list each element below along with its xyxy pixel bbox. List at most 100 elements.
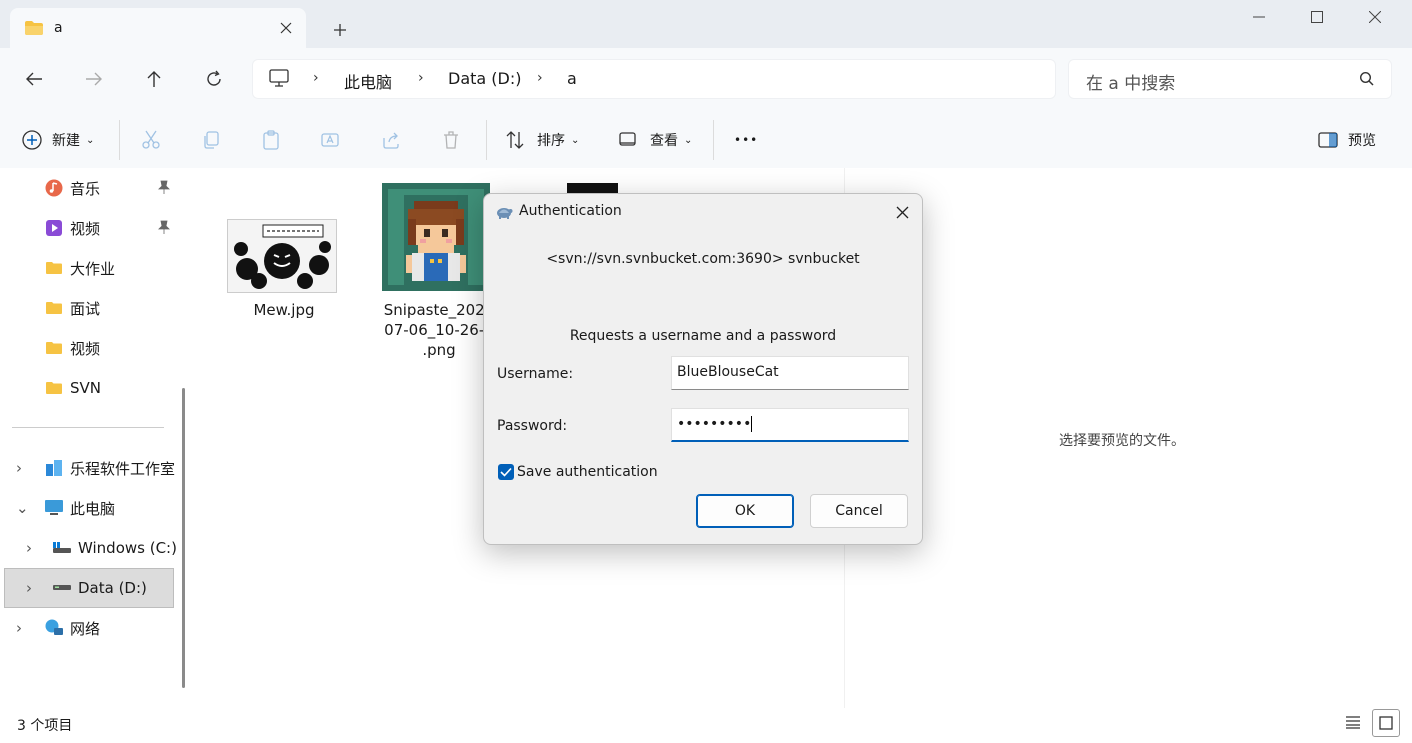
password-field[interactable]: ••••••••• (671, 408, 909, 442)
rename-button[interactable] (321, 126, 341, 154)
username-label: Username: (497, 366, 574, 382)
close-tab-icon[interactable] (274, 16, 298, 40)
refresh-button[interactable] (197, 64, 231, 94)
chevron-right-icon: › (537, 70, 543, 86)
chevron-down-icon: ⌄ (571, 134, 580, 146)
new-tab-button[interactable] (326, 16, 354, 44)
save-authentication-checkbox[interactable] (498, 464, 514, 480)
minimize-button[interactable] (1230, 0, 1288, 34)
more-options-button[interactable]: ••• (734, 126, 758, 154)
dialog-close-icon[interactable] (888, 200, 916, 224)
new-button[interactable]: 新建 ⌄ (22, 126, 94, 154)
rename-icon (321, 130, 341, 150)
folder-icon (24, 20, 44, 36)
music-icon (44, 178, 64, 198)
file-name-snipaste[interactable]: Snipaste_2026 07-06_10-26-0 .png (380, 300, 498, 360)
pc-icon (269, 69, 289, 87)
plus-circle-icon (22, 130, 42, 150)
sidebar-item-lecheng[interactable]: › 乐程软件工作室 (0, 448, 196, 488)
tab-a[interactable]: a (10, 8, 306, 48)
search-icon (1359, 71, 1375, 87)
toolbar-divider (713, 120, 714, 160)
details-view-icon[interactable] (1345, 715, 1361, 729)
folder-icon (44, 378, 64, 398)
preview-label: 预览 (1348, 133, 1376, 149)
save-authentication-label[interactable]: Save authentication (517, 464, 658, 480)
file-name-line: 07-06_10-26-0 (384, 321, 494, 339)
sidebar-item-windows-c[interactable]: › Windows (C:) (0, 528, 196, 568)
file-thumbnail-mew[interactable] (227, 219, 337, 293)
close-window-button[interactable] (1346, 0, 1404, 34)
tiles-view-icon[interactable] (1372, 709, 1400, 737)
tab-title: a (54, 20, 63, 36)
chevron-right-icon: › (418, 70, 424, 86)
sidebar-item-folder-svn[interactable]: SVN (0, 368, 196, 408)
copy-button[interactable] (201, 126, 221, 154)
pc-icon (44, 498, 64, 518)
sidebar-scrollbar[interactable] (182, 388, 185, 688)
file-name-line: .png (422, 341, 456, 359)
folder-icon (44, 258, 64, 278)
breadcrumb-a[interactable]: a (567, 69, 577, 88)
sort-label: 排序 (537, 133, 565, 149)
sidebar-item-label: 网络 (70, 619, 101, 638)
sidebar-item-label: Data (D:) (78, 579, 147, 597)
file-thumbnail-snipaste[interactable] (382, 183, 490, 291)
sidebar-item-folder-shipin[interactable]: 视频 (0, 328, 196, 368)
sidebar-item-data-d[interactable]: › Data (D:) (0, 568, 196, 608)
back-button[interactable] (17, 64, 51, 94)
breadcrumb-this-pc[interactable]: 此电脑 (344, 69, 392, 93)
sidebar-item-label: 面试 (70, 299, 101, 318)
sort-icon (505, 130, 525, 150)
authentication-dialog: Authentication <svn://svn.svnbucket.com:… (483, 193, 923, 545)
up-button[interactable] (137, 64, 171, 94)
text-cursor (751, 416, 753, 432)
view-icon (618, 130, 638, 150)
file-thumbnail-third[interactable] (567, 183, 618, 193)
folder-icon (44, 298, 64, 318)
cut-button[interactable] (141, 126, 161, 154)
chevron-right-icon[interactable]: › (26, 579, 40, 597)
sidebar-item-network[interactable]: › 网络 (0, 608, 196, 648)
chevron-right-icon[interactable]: › (16, 459, 30, 477)
breadcrumb-data-d[interactable]: Data (D:) (448, 69, 521, 88)
preview-pane-icon (1318, 132, 1338, 148)
request-text: Requests a username and a password (569, 328, 837, 344)
scissors-icon (141, 130, 161, 150)
sidebar-item-this-pc[interactable]: ⌄ 此电脑 (0, 488, 196, 528)
view-button[interactable]: 查看 ⌄ (618, 126, 692, 154)
sidebar-item-label: 音乐 (70, 179, 101, 198)
folder-icon (44, 338, 64, 358)
search-placeholder: 在 a 中搜索 (1086, 74, 1176, 94)
sort-button[interactable]: 排序 ⌄ (505, 126, 579, 154)
chevron-right-icon[interactable]: › (16, 619, 30, 637)
delete-button[interactable] (441, 126, 461, 154)
paste-button[interactable] (261, 126, 281, 154)
username-field[interactable]: BlueBlouseCat (671, 356, 909, 390)
chevron-right-icon[interactable]: › (26, 539, 40, 557)
chevron-down-icon[interactable]: ⌄ (16, 499, 30, 517)
sidebar-item-label: 视频 (70, 339, 101, 358)
maximize-button[interactable] (1288, 0, 1346, 34)
sidebar-item-folder-dazuoye[interactable]: 大作业 (0, 248, 196, 288)
chevron-right-icon: › (313, 70, 319, 86)
network-icon (44, 618, 64, 638)
pin-icon[interactable] (158, 220, 170, 234)
share-button[interactable] (381, 126, 401, 154)
sidebar-item-folder-mianshi[interactable]: 面试 (0, 288, 196, 328)
chevron-down-icon: ⌄ (684, 134, 693, 146)
ok-button[interactable]: OK (696, 494, 794, 528)
sidebar-item-music[interactable]: 音乐 (0, 168, 196, 208)
drive-icon (52, 578, 72, 598)
pin-icon[interactable] (158, 180, 170, 194)
trash-icon (441, 130, 461, 150)
sidebar-item-videos[interactable]: 视频 (0, 208, 196, 248)
file-name-mew[interactable]: Mew.jpg (222, 300, 346, 320)
forward-button[interactable] (77, 64, 111, 94)
view-label: 查看 (650, 133, 678, 149)
preview-message: 选择要预览的文件。 (1059, 433, 1185, 449)
cancel-button[interactable]: Cancel (810, 494, 908, 528)
sidebar-divider (12, 427, 164, 428)
sidebar-item-label: 大作业 (70, 259, 116, 278)
preview-pane-button[interactable]: 预览 (1318, 126, 1376, 154)
